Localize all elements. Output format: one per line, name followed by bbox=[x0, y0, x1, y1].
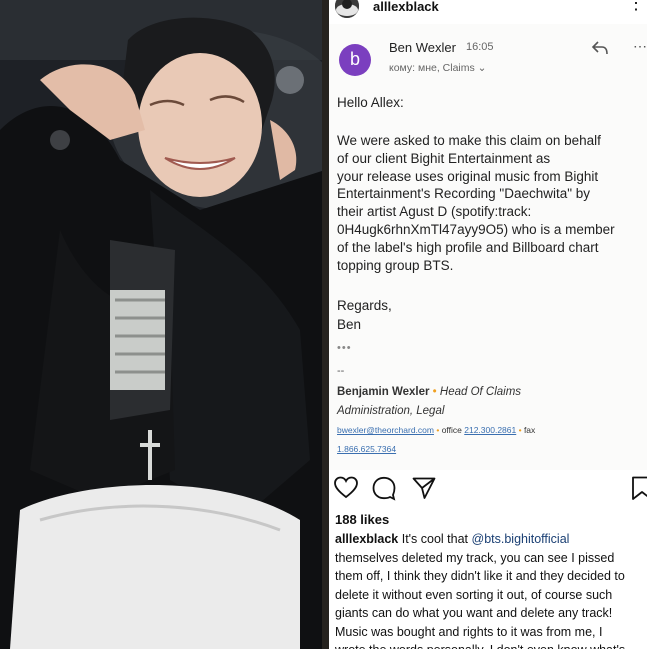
signature-fax: 1.866.625.7364 bbox=[337, 444, 396, 454]
post-photo bbox=[0, 0, 325, 649]
caption-mention[interactable]: @bts.bighitofficial bbox=[472, 532, 570, 546]
signature-name: Benjamin Wexler bbox=[337, 386, 430, 398]
profile-avatar[interactable] bbox=[335, 0, 359, 18]
signature-email-link: bwexler@theorchard.com bbox=[337, 425, 434, 435]
post-action-bar bbox=[329, 475, 647, 503]
bookmark-icon[interactable] bbox=[629, 475, 647, 501]
heart-icon[interactable] bbox=[333, 475, 359, 501]
sender-avatar: b bbox=[339, 44, 371, 76]
post-username[interactable]: alllexblack bbox=[373, 0, 439, 14]
avatar-image-icon bbox=[335, 0, 359, 18]
email-time: 16:05 bbox=[466, 41, 494, 53]
office-label: office bbox=[441, 425, 462, 435]
comment-icon[interactable] bbox=[371, 475, 397, 501]
more-vertical-icon[interactable]: ⋮ bbox=[627, 0, 645, 12]
signature-contact: bwexler@theorchard.com • office 212.300.… bbox=[337, 425, 536, 435]
post-caption: alllexblack It's cool that @bts.bighitof… bbox=[335, 530, 647, 649]
reply-icon bbox=[591, 41, 608, 55]
signature-dashes: -- bbox=[337, 365, 345, 377]
trimmed-content-indicator: ••• bbox=[337, 342, 352, 354]
instagram-post: alllexblack ⋮ b Ben Wexler 16:05 кому: м… bbox=[329, 0, 647, 649]
signature-separator: • bbox=[429, 386, 440, 398]
sender-name: Ben Wexler bbox=[389, 40, 456, 55]
fax-label: fax bbox=[523, 425, 536, 435]
email-signoff: Regards, Ben bbox=[337, 298, 392, 332]
signature-line-1: Benjamin Wexler • Head Of Claims bbox=[337, 386, 521, 398]
photo-illustration bbox=[0, 0, 325, 649]
share-icon[interactable] bbox=[411, 475, 437, 501]
email-body: We were asked to make this claim on beha… bbox=[337, 133, 615, 273]
caption-text: themselves deleted my track, you can see… bbox=[335, 550, 625, 649]
office-number-link: 212.300.2861 bbox=[464, 425, 517, 435]
email-screenshot: b Ben Wexler 16:05 кому: мне, Claims ⌄ ⋯… bbox=[329, 24, 647, 470]
caption-lead: It's cool that bbox=[398, 532, 472, 546]
signature-department: Administration, Legal bbox=[337, 405, 445, 417]
email-recipients: кому: мне, Claims ⌄ bbox=[389, 62, 487, 74]
fax-number-link: 1.866.625.7364 bbox=[337, 444, 397, 454]
post-header: alllexblack ⋮ bbox=[329, 0, 647, 22]
email-more-icon: ⋯ bbox=[633, 38, 647, 54]
email-greeting: Hello Allex: bbox=[337, 95, 404, 110]
caption-username[interactable]: alllexblack bbox=[335, 532, 398, 546]
like-count[interactable]: 188 likes bbox=[335, 512, 389, 527]
signature-title: Head Of Claims bbox=[439, 386, 522, 398]
